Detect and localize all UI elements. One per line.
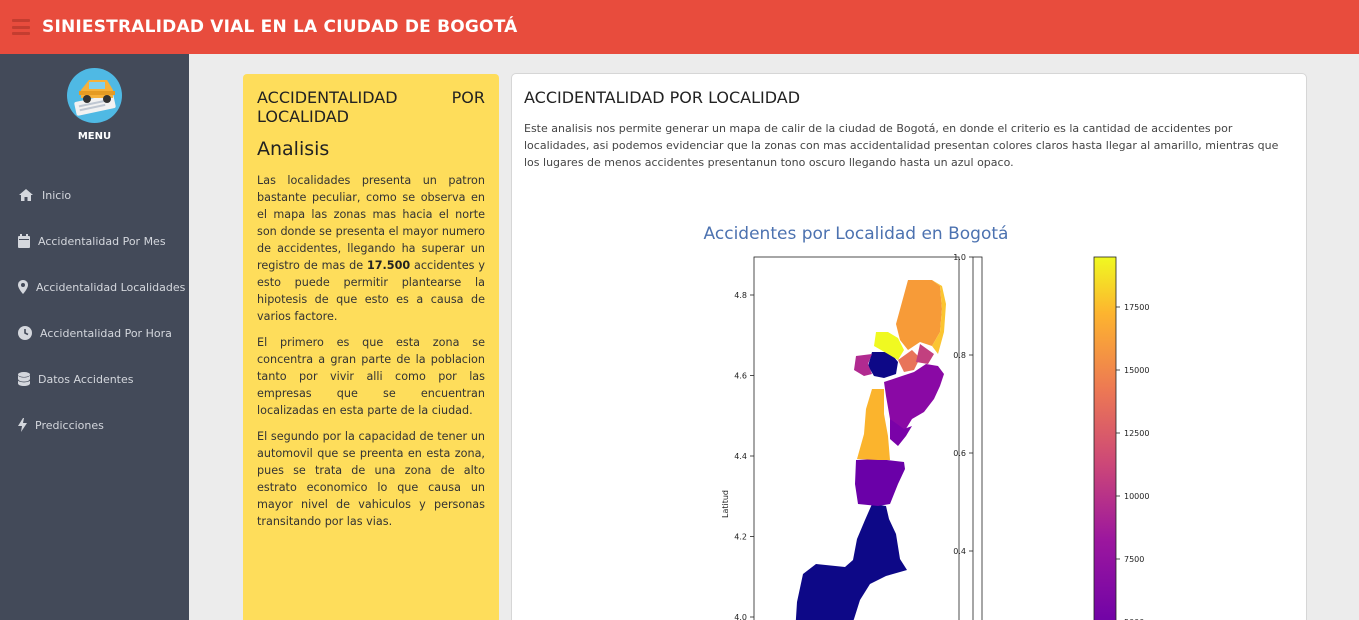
- analysis-title: ACCIDENTALIDAD POR: [257, 88, 485, 107]
- colorbar-tick-label: 10000: [1124, 492, 1149, 501]
- map-card: ACCIDENTALIDAD POR LOCALIDAD Este analis…: [511, 73, 1307, 620]
- y-ticks: 4.8 4.6 4.4 4.2 4.0: [734, 291, 754, 620]
- aux-tick-label: 0.8: [953, 351, 966, 360]
- car-logo-avatar: [67, 68, 122, 123]
- card-title: ACCIDENTALIDAD POR LOCALIDAD: [524, 88, 801, 107]
- y-tick-label: 4.2: [734, 533, 747, 542]
- hamburger-menu-icon[interactable]: [12, 19, 30, 35]
- chart-svg: Accidentes por Localidad en Bogotá 4.84.…: [704, 224, 1149, 620]
- aux-tick-label: 0.4: [953, 547, 966, 556]
- analysis-subtitle: Analisis: [257, 138, 330, 160]
- calendar-icon: [18, 234, 30, 248]
- colorbar-tick-label: 15000: [1124, 366, 1149, 375]
- colorbar: [1093, 256, 1117, 620]
- map-region-kennedy: [857, 389, 890, 460]
- sidebar-item-label: Accidentalidad Localidades: [36, 280, 186, 294]
- chart-title: Accidentes por Localidad en Bogotá: [704, 224, 1009, 244]
- card-description: Este analisis nos permite generar un map…: [524, 122, 1279, 169]
- menu-label: MENU: [77, 131, 112, 142]
- sidebar-item-datos-accidentes[interactable]: Datos Accidentes: [0, 356, 189, 402]
- aux-ticks: 1.0 0.8 0.6 0.4: [953, 253, 973, 556]
- colorbar-tick-label: 12500: [1124, 429, 1149, 438]
- sidebar: MENU Inicio Accidentalidad Por Mes Accid…: [0, 54, 189, 620]
- map-marker-icon: [18, 280, 28, 294]
- analysis-card: ACCIDENTALIDAD POR LOCALIDAD Analisis La…: [243, 74, 499, 620]
- analysis-paragraph-3: El segundo por la capacidad de tener un …: [257, 430, 485, 528]
- sidebar-item-label: Accidentalidad Por Mes: [38, 234, 166, 248]
- aux-tick-label: 0.6: [953, 449, 966, 458]
- choropleth-chart: Accidentes por Localidad en Bogotá 4.8 4.…: [512, 214, 1308, 620]
- colorbar-tick-label: 7500: [1124, 555, 1144, 564]
- clock-icon: [18, 326, 32, 340]
- sidebar-item-accidentalidad-localidades[interactable]: Accidentalidad Localidades: [0, 264, 189, 310]
- sidebar-item-accidentalidad-por-mes[interactable]: Accidentalidad Por Mes: [0, 218, 189, 264]
- sidebar-item-inicio[interactable]: Inicio: [0, 172, 189, 218]
- analysis-paragraph-1: Las localidades presenta un patron basta…: [257, 174, 485, 323]
- colorbar-tick-label: 17500: [1124, 303, 1149, 312]
- map-region-usme: [855, 459, 905, 506]
- aux-tick-label: 1.0: [953, 253, 966, 262]
- sidebar-nav: Inicio Accidentalidad Por Mes Accidental…: [0, 172, 189, 448]
- aux-axes-frame: [972, 256, 983, 620]
- y-tick-label: 4.4: [734, 452, 747, 461]
- top-bar: SINIESTRALIDAD VIAL EN LA CIUDAD DE BOGO…: [0, 0, 1359, 54]
- sidebar-item-label: Inicio: [42, 188, 72, 202]
- bolt-icon: [18, 418, 27, 432]
- highlight-value: 17.500: [366, 259, 411, 272]
- y-tick-label: 4.8: [734, 291, 747, 300]
- home-icon: [19, 189, 33, 201]
- map-region-usaquen: [896, 280, 942, 350]
- y-axis-label: Latitud: [721, 490, 730, 518]
- sidebar-item-label: Predicciones: [35, 418, 104, 432]
- database-icon: [18, 372, 30, 386]
- map-region-sumapaz: [795, 504, 907, 620]
- colorbar-ticks: 1750015000125001000075005000: [1116, 303, 1149, 620]
- y-tick-label: 4.6: [734, 372, 747, 381]
- bogota-map: [795, 280, 946, 620]
- app-title: SINIESTRALIDAD VIAL EN LA CIUDAD DE BOGO…: [42, 17, 518, 37]
- analysis-paragraph-2: El primero es que esta zona se concentra…: [257, 336, 485, 417]
- map-region-mixed: [916, 344, 934, 364]
- y-tick-label: 4.0: [734, 613, 747, 620]
- sidebar-item-label: Datos Accidentes: [38, 372, 134, 386]
- analysis-title-line2: LOCALIDAD: [257, 107, 349, 126]
- sidebar-item-label: Accidentalidad Por Hora: [40, 326, 172, 340]
- sidebar-item-accidentalidad-por-hora[interactable]: Accidentalidad Por Hora: [0, 310, 189, 356]
- sidebar-item-predicciones[interactable]: Predicciones: [0, 402, 189, 448]
